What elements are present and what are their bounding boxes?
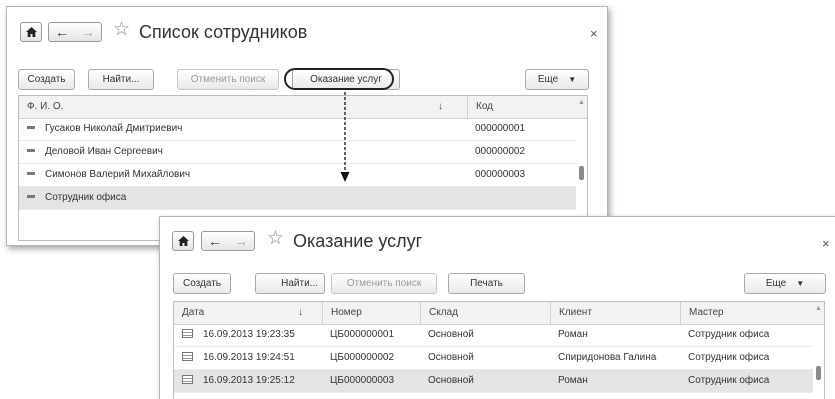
services-titlebar: ← → ☆ Оказание услуг ×	[160, 217, 835, 263]
arrow-right-icon[interactable]: →	[81, 25, 95, 39]
triangle-down-icon: ▼	[796, 279, 805, 288]
find-button[interactable]: Найти...	[88, 69, 154, 90]
column-header-master[interactable]: Мастер	[680, 302, 815, 324]
home-button[interactable]	[172, 231, 194, 251]
close-icon[interactable]: ×	[822, 236, 830, 251]
cancel-search-button[interactable]: Отменить поиск	[177, 69, 279, 90]
more-button[interactable]: Еще ▼	[744, 273, 826, 294]
column-header-client[interactable]: Клиент	[550, 302, 680, 324]
document-icon	[182, 328, 193, 338]
create-button[interactable]: Создать	[18, 69, 75, 90]
star-icon[interactable]: ☆	[267, 229, 284, 248]
row-master: Сотрудник офиса	[688, 375, 770, 386]
dash-icon	[27, 148, 35, 152]
table-header: Ф. И. О. ↓ Код	[19, 96, 587, 119]
table-header: Дата ↓ Номер Склад Клиент Мастер	[174, 302, 824, 325]
close-icon[interactable]: ×	[590, 26, 598, 41]
history-nav: ← →	[48, 22, 102, 42]
row-date: 16.09.2013 19:24:51	[203, 352, 295, 363]
scrollbar[interactable]: ▲	[813, 302, 824, 399]
services-window: ← → ☆ Оказание услуг × Создать Найти... …	[159, 216, 835, 399]
table-row[interactable]: Гусаков Николай Дмитриевич 000000001	[19, 118, 576, 141]
employees-titlebar: ← → ☆ Список сотрудников ×	[7, 7, 607, 53]
highlight-ellipse	[284, 68, 394, 90]
home-button[interactable]	[20, 22, 42, 42]
dash-icon	[27, 171, 35, 175]
employee-name: Сотрудник офиса	[45, 192, 127, 203]
row-warehouse: Основной	[428, 329, 474, 340]
create-button[interactable]: Создать	[173, 273, 231, 294]
employee-name: Деловой Иван Сергеевич	[45, 146, 163, 157]
window-title: Оказание услуг	[293, 231, 423, 251]
sort-arrow-icon: ↓	[438, 101, 443, 112]
triangle-down-icon: ▼	[568, 75, 577, 84]
scroll-thumb[interactable]	[579, 166, 584, 180]
table-row[interactable]: Симонов Валерий Михайлович 000000003	[19, 164, 576, 187]
employee-name: Гусаков Николай Дмитриевич	[45, 123, 183, 134]
more-label: Еще	[765, 278, 787, 289]
column-header-code[interactable]: Код	[467, 96, 577, 118]
window-title: Список сотрудников	[139, 22, 308, 42]
find-button[interactable]: Найти...	[255, 273, 325, 294]
dashed-arrow	[340, 92, 350, 182]
column-header-warehouse[interactable]: Склад	[420, 302, 550, 324]
table-row[interactable]: Деловой Иван Сергеевич 000000002	[19, 141, 576, 164]
more-label: Еще	[537, 74, 559, 85]
document-icon	[182, 351, 193, 361]
sort-arrow-icon: ↓	[298, 307, 303, 318]
row-number: ЦБ000000003	[330, 375, 395, 386]
employee-code: 000000003	[475, 169, 526, 180]
employee-name: Симонов Валерий Михайлович	[45, 169, 191, 180]
dash-icon	[27, 125, 35, 129]
row-master: Сотрудник офиса	[688, 352, 770, 363]
row-date: 16.09.2013 19:23:35	[203, 329, 295, 340]
column-header-name[interactable]: Ф. И. О. ↓	[19, 96, 467, 118]
row-warehouse: Основной	[428, 352, 474, 363]
employee-code	[467, 187, 475, 209]
row-number: ЦБ000000002	[330, 352, 395, 363]
table-row-selected[interactable]: Сотрудник офиса	[19, 187, 576, 210]
row-client: Роман	[558, 375, 588, 386]
table-row[interactable]: 16.09.2013 19:23:35 ЦБ000000001 Основной…	[174, 324, 813, 347]
scroll-up-icon[interactable]: ▲	[578, 99, 585, 106]
column-label: Ф. И. О.	[27, 101, 64, 112]
more-button[interactable]: Еще ▼	[525, 69, 589, 90]
table-row[interactable]: 16.09.2013 19:24:51 ЦБ000000002 Основной…	[174, 347, 813, 370]
scroll-up-icon[interactable]: ▲	[815, 305, 822, 312]
document-icon	[182, 374, 193, 384]
arrow-left-icon[interactable]: ←	[208, 234, 222, 248]
row-client: Роман	[558, 329, 588, 340]
row-number: ЦБ000000001	[330, 329, 395, 340]
home-icon	[25, 27, 37, 37]
row-warehouse: Основной	[428, 375, 474, 386]
employees-window: ← → ☆ Список сотрудников × Создать Найти…	[6, 6, 608, 246]
row-master: Сотрудник офиса	[688, 329, 770, 340]
column-header-date[interactable]: Дата ↓	[174, 302, 322, 324]
row-date: 16.09.2013 19:25:12	[203, 375, 295, 386]
employee-code: 000000002	[475, 146, 526, 157]
history-nav: ← →	[201, 231, 255, 251]
cancel-search-button[interactable]: Отменить поиск	[331, 273, 437, 294]
print-button[interactable]: Печать	[448, 273, 525, 294]
arrow-left-icon[interactable]: ←	[55, 25, 69, 39]
table-row-selected[interactable]: 16.09.2013 19:25:12 ЦБ000000003 Основной…	[174, 370, 813, 393]
services-table: Дата ↓ Номер Склад Клиент Мастер 16.09.2…	[173, 301, 825, 399]
column-label: Дата	[182, 307, 205, 318]
row-client: Спиридонова Галина	[558, 352, 657, 363]
employee-code: 000000001	[475, 123, 526, 134]
star-icon[interactable]: ☆	[113, 20, 130, 39]
dash-icon	[27, 194, 35, 198]
arrow-right-icon[interactable]: →	[234, 234, 248, 248]
column-header-number[interactable]: Номер	[322, 302, 420, 324]
scroll-thumb[interactable]	[816, 366, 821, 380]
home-icon	[177, 236, 189, 246]
